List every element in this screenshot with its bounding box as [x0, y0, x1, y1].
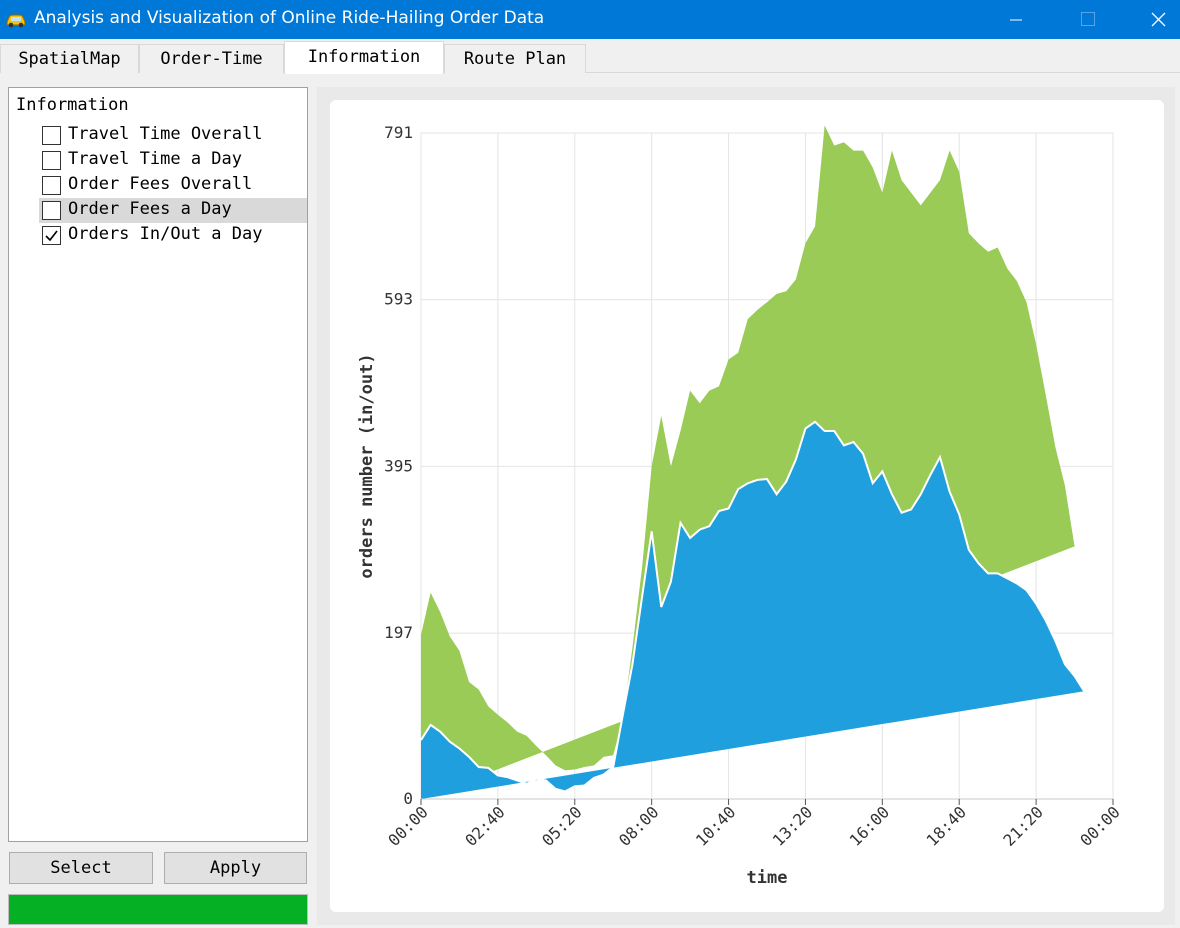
- y-tick-label: 395: [384, 456, 413, 475]
- y-tick-label: 197: [384, 623, 413, 642]
- x-tick-label: 16:00: [846, 802, 893, 849]
- window-title: Analysis and Visualization of Online Rid…: [34, 8, 545, 28]
- option-travel-time-overall[interactable]: Travel Time Overall: [39, 123, 307, 148]
- x-tick-label: 00:00: [1076, 802, 1123, 849]
- close-button[interactable]: [1134, 0, 1180, 39]
- y-tick-label: 0: [403, 789, 413, 808]
- option-order-fees-overall[interactable]: Order Fees Overall: [39, 173, 307, 198]
- x-tick-label: 00:00: [384, 802, 431, 849]
- minimize-button[interactable]: [996, 0, 1042, 39]
- apply-button[interactable]: Apply: [164, 852, 307, 884]
- tab-information[interactable]: Information: [284, 41, 444, 74]
- x-tick-label: 05:20: [538, 802, 585, 849]
- option-order-fees-a-day[interactable]: Order Fees a Day: [39, 198, 307, 223]
- maximize-icon: [1081, 12, 1095, 26]
- checkbox-checked-icon[interactable]: [42, 226, 61, 245]
- check-mark-icon: [45, 230, 58, 242]
- x-tick-label: 21:20: [999, 802, 1046, 849]
- x-tick-label: 13:20: [769, 802, 816, 849]
- checkbox-icon[interactable]: [42, 201, 61, 220]
- minimize-icon: [1010, 19, 1022, 21]
- tab-spatialmap[interactable]: SpatialMap: [0, 44, 139, 73]
- taxi-car-icon: [6, 14, 26, 28]
- y-tick-label: 791: [384, 123, 413, 142]
- checkbox-icon[interactable]: [42, 176, 61, 195]
- orders-area-chart: 0 197 395 593 791 00:00 02:40 05:20 08:00 10:40 13…: [357, 123, 1124, 888]
- x-tick-label: 08:00: [615, 802, 662, 849]
- y-axis-title: orders number (in/out): [357, 353, 377, 578]
- x-tick-label: 10:40: [692, 802, 739, 849]
- close-icon: [1151, 12, 1166, 27]
- x-tick-label: 18:40: [923, 802, 970, 849]
- y-tick-label: 593: [384, 290, 413, 309]
- tree-header: Information: [16, 95, 129, 115]
- x-axis-title: time: [747, 868, 788, 888]
- tab-order-time[interactable]: Order-Time: [139, 44, 284, 73]
- option-travel-time-a-day[interactable]: Travel Time a Day: [39, 148, 307, 173]
- progress-fill: [9, 895, 307, 924]
- option-orders-in-out-a-day[interactable]: Orders In/Out a Day: [39, 223, 307, 248]
- maximize-button[interactable]: [1065, 0, 1111, 39]
- chart-card: 0 197 395 593 791 00:00 02:40 05:20 08:00 10:40 13…: [330, 100, 1164, 912]
- select-button[interactable]: Select: [9, 852, 153, 884]
- checkbox-icon[interactable]: [42, 151, 61, 170]
- progress-bar: [8, 894, 308, 925]
- checkbox-icon[interactable]: [42, 126, 61, 145]
- tab-route-plan[interactable]: Route Plan: [444, 44, 586, 73]
- x-tick-label: 02:40: [461, 802, 508, 849]
- window-title-bar: Analysis and Visualization of Online Rid…: [0, 0, 1180, 39]
- information-tree-panel: Information Travel Time Overall Travel T…: [8, 87, 308, 842]
